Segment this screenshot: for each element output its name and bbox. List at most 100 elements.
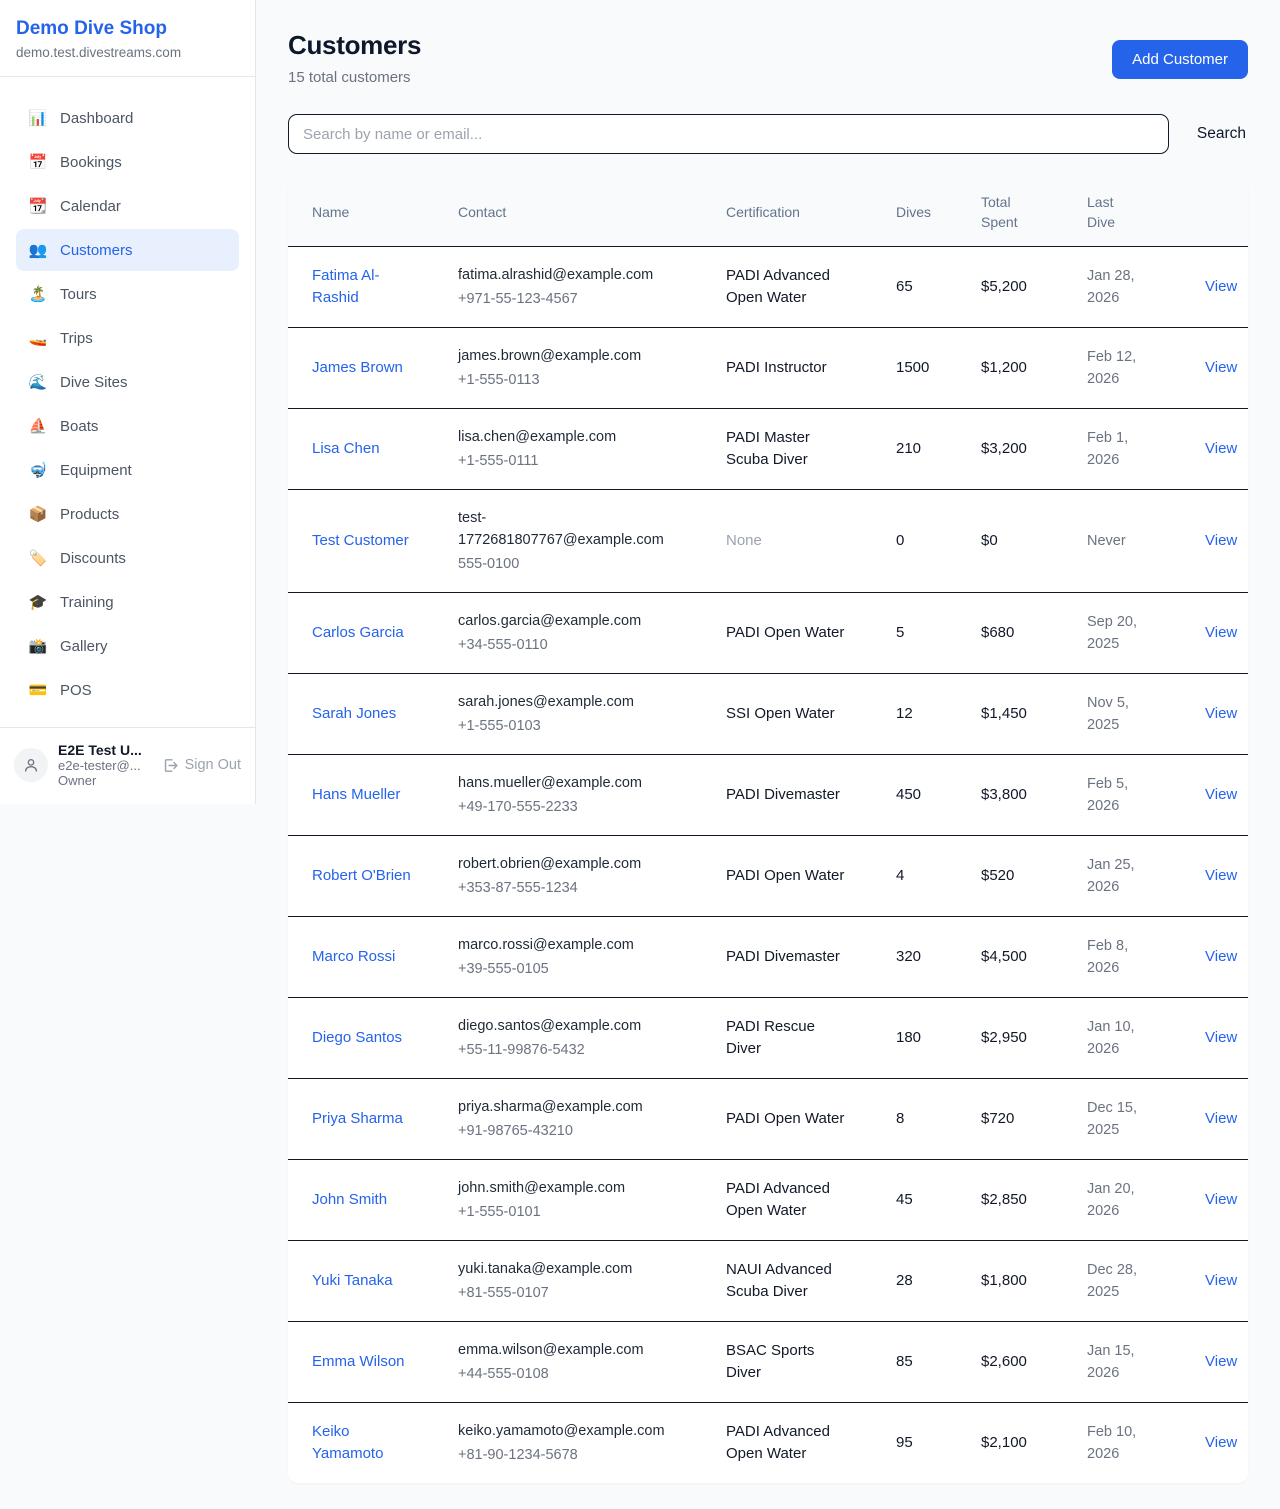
add-customer-button[interactable]: Add Customer [1112, 40, 1248, 79]
sidebar-item-equipment[interactable]: 🤿 Equipment [16, 449, 239, 491]
view-link[interactable]: View [1191, 1353, 1237, 1370]
name-cell: Sarah Jones [288, 686, 434, 742]
sidebar-item-customers[interactable]: 👥 Customers [16, 229, 239, 271]
name-cell: Lisa Chen [288, 421, 434, 477]
customer-name-link[interactable]: Keiko Yamamoto [312, 1421, 424, 1465]
sidebar-item-discounts[interactable]: 🏷️ Discounts [16, 537, 239, 579]
shop-name: Demo Dive Shop [16, 18, 239, 40]
customer-name-link[interactable]: James Brown [312, 357, 403, 379]
total-spent-cell: $2,850 [957, 1172, 1063, 1228]
sidebar-item-bookings[interactable]: 📅 Bookings [16, 141, 239, 183]
sidebar-item-boats[interactable]: ⛵ Boats [16, 405, 239, 447]
dashboard-icon: 📊 [28, 109, 48, 127]
customers-table: NameContactCertificationDivesTotal Spent… [288, 178, 1248, 1483]
customer-phone: +1-555-0111 [458, 450, 692, 472]
actions-cell: View [1167, 686, 1248, 742]
dives-cell: 45 [872, 1172, 957, 1228]
last-dive-cell: Jan 10, 2026 [1063, 999, 1167, 1077]
sidebar-item-training[interactable]: 🎓 Training [16, 581, 239, 623]
view-link[interactable]: View [1191, 359, 1237, 376]
customer-name-link[interactable]: John Smith [312, 1189, 387, 1211]
customer-name-link[interactable]: Lisa Chen [312, 438, 380, 460]
total-spent-cell: $0 [957, 513, 1063, 569]
search-input[interactable] [288, 114, 1169, 154]
view-link[interactable]: View [1191, 624, 1237, 641]
view-link[interactable]: View [1191, 278, 1237, 295]
sidebar-item-label: Discounts [60, 550, 126, 567]
view-link[interactable]: View [1191, 532, 1237, 549]
table-row: Robert O'Brien robert.obrien@example.com… [288, 836, 1248, 917]
dives-cell: 4 [872, 848, 957, 904]
certification-value: PADI Open Water [726, 622, 844, 644]
dives-cell: 320 [872, 929, 957, 985]
customer-name-link[interactable]: Diego Santos [312, 1027, 402, 1049]
customer-email: hans.mueller@example.com [458, 772, 670, 794]
view-link[interactable]: View [1191, 1110, 1237, 1127]
last-dive-cell: Dec 15, 2025 [1063, 1080, 1167, 1158]
view-link[interactable]: View [1191, 440, 1237, 457]
name-cell: Fatima Al-Rashid [288, 248, 434, 326]
last-dive-value: Never [1087, 530, 1126, 552]
customer-name-link[interactable]: Priya Sharma [312, 1108, 403, 1130]
customer-name-link[interactable]: Carlos Garcia [312, 622, 404, 644]
sidebar-item-gallery[interactable]: 📸 Gallery [16, 625, 239, 667]
name-cell: Diego Santos [288, 1010, 434, 1066]
sidebar-item-trips[interactable]: 🚤 Trips [16, 317, 239, 359]
sidebar-item-products[interactable]: 📦 Products [16, 493, 239, 535]
certification-value: PADI Rescue Diver [726, 1016, 848, 1060]
certification-cell: PADI Divemaster [702, 767, 872, 823]
user-email: e2e-tester@... [58, 758, 152, 773]
customer-name-link[interactable]: Fatima Al-Rashid [312, 265, 424, 309]
actions-cell: View [1167, 1253, 1248, 1309]
customer-name-link[interactable]: Emma Wilson [312, 1351, 405, 1373]
customer-name-link[interactable]: Hans Mueller [312, 784, 400, 806]
view-link[interactable]: View [1191, 948, 1237, 965]
sidebar-item-pos[interactable]: 💳 POS [16, 669, 239, 711]
table-row: James Brown james.brown@example.com +1-5… [288, 328, 1248, 409]
sidebar-item-label: Tours [60, 286, 97, 303]
customer-name-link[interactable]: Marco Rossi [312, 946, 395, 968]
last-dive-value: Jan 15, 2026 [1087, 1340, 1153, 1384]
customer-phone: +81-555-0107 [458, 1282, 692, 1304]
sign-out-button[interactable]: Sign Out [162, 757, 241, 774]
last-dive-cell: Jan 20, 2026 [1063, 1161, 1167, 1239]
sidebar-item-dashboard[interactable]: 📊 Dashboard [16, 97, 239, 139]
certification-value: NAUI Advanced Scuba Diver [726, 1259, 848, 1303]
customer-phone: 555-0100 [458, 553, 692, 575]
view-link[interactable]: View [1191, 867, 1237, 884]
view-link[interactable]: View [1191, 705, 1237, 722]
dives-cell: 210 [872, 421, 957, 477]
customer-email: marco.rossi@example.com [458, 934, 670, 956]
column-header-dives: Dives [872, 188, 957, 236]
sidebar-item-calendar[interactable]: 📆 Calendar [16, 185, 239, 227]
view-link[interactable]: View [1191, 786, 1237, 803]
search-button[interactable]: Search [1195, 119, 1248, 149]
customer-name-link[interactable]: Robert O'Brien [312, 865, 411, 887]
column-header-actions [1167, 188, 1248, 236]
sidebar-item-tours[interactable]: 🏝️ Tours [16, 273, 239, 315]
customer-name-link[interactable]: Yuki Tanaka [312, 1270, 393, 1292]
view-link[interactable]: View [1191, 1434, 1237, 1451]
view-link[interactable]: View [1191, 1191, 1237, 1208]
customer-name-link[interactable]: Test Customer [312, 530, 409, 552]
certification-cell: PADI Advanced Open Water [702, 1404, 872, 1482]
customer-email: john.smith@example.com [458, 1177, 670, 1199]
certification-value: SSI Open Water [726, 703, 835, 725]
sidebar-header: Demo Dive Shop demo.test.divestreams.com [0, 0, 255, 77]
view-link[interactable]: View [1191, 1029, 1237, 1046]
table-row: Marco Rossi marco.rossi@example.com +39-… [288, 917, 1248, 998]
contact-cell: keiko.yamamoto@example.com +81-90-1234-5… [434, 1403, 702, 1483]
sidebar-item-dive-sites[interactable]: 🌊 Dive Sites [16, 361, 239, 403]
dives-cell: 12 [872, 686, 957, 742]
actions-cell: View [1167, 1091, 1248, 1147]
actions-cell: View [1167, 1172, 1248, 1228]
sidebar-item-label: Dive Sites [60, 374, 128, 391]
user-section: E2E Test U... e2e-tester@... Owner Sign … [0, 727, 255, 804]
table-row: Sarah Jones sarah.jones@example.com +1-5… [288, 674, 1248, 755]
certification-cell: None [702, 513, 872, 569]
view-link[interactable]: View [1191, 1272, 1237, 1289]
last-dive-value: Dec 28, 2025 [1087, 1259, 1153, 1303]
customer-name-link[interactable]: Sarah Jones [312, 703, 396, 725]
products-icon: 📦 [28, 505, 48, 523]
customer-phone: +91-98765-43210 [458, 1120, 692, 1142]
